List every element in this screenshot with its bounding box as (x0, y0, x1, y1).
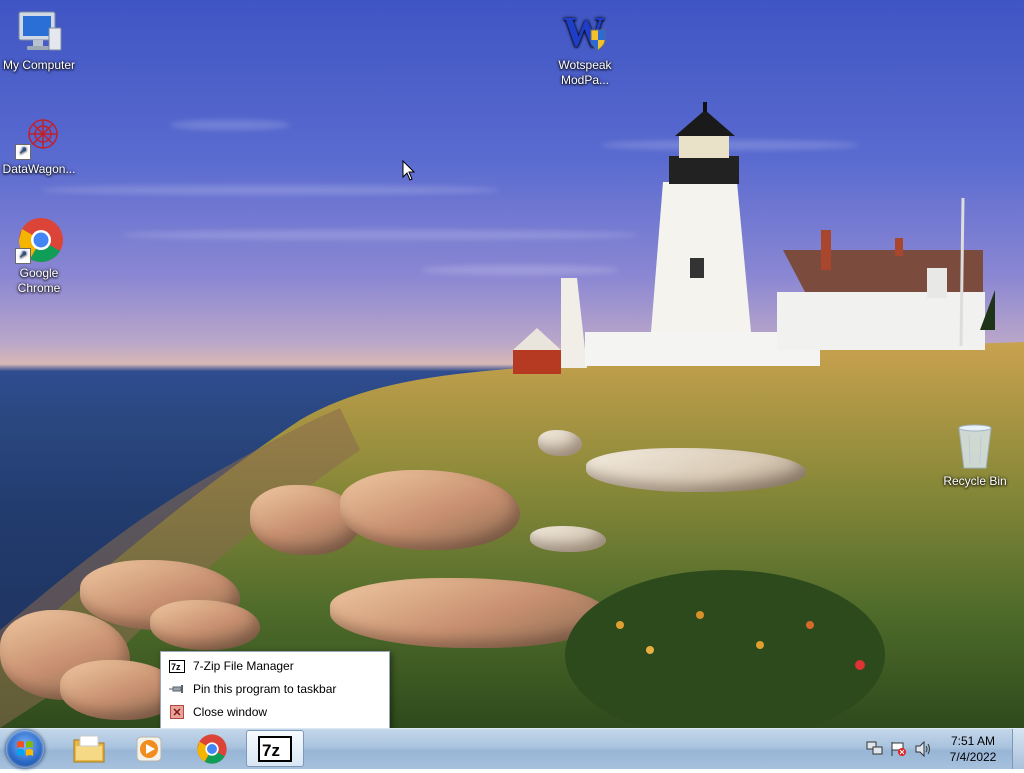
taskbar-button-7zip-file-manager[interactable]: 7z (246, 730, 304, 767)
jump-list-item-label: 7-Zip File Manager (193, 659, 294, 673)
taskbar-button-google-chrome[interactable] (183, 730, 241, 767)
shortcut-arrow-icon: ↗ (15, 248, 31, 264)
desktop-icon-google-chrome[interactable]: ↗ Google Chrome (0, 216, 82, 296)
taskbar-jump-list: 7z 7-Zip File Manager Pin this program t… (160, 651, 390, 729)
media-player-icon (136, 736, 162, 761)
shortcut-arrow-icon: ↗ (15, 144, 31, 160)
jump-list-item-7zip-file-manager[interactable]: 7z 7-Zip File Manager (169, 656, 294, 676)
mouse-cursor-icon (402, 160, 416, 181)
desktop-icon-my-computer[interactable]: My Computer (0, 8, 82, 73)
taskbar: 7z 7:51 AM 7/4/2022 (0, 728, 1024, 769)
rock (530, 526, 606, 552)
windows-logo-icon (17, 741, 33, 756)
start-button[interactable] (6, 730, 44, 768)
cloud-streak (170, 120, 290, 130)
desktop-icon-datawagon[interactable]: ↗ DataWagon... (0, 112, 82, 177)
clock-date: 7/4/2022 (949, 750, 997, 764)
wotspeak-icon: W (561, 8, 609, 56)
taskbar-button-windows-explorer[interactable] (60, 730, 118, 767)
pin-icon (169, 682, 185, 696)
taskbar-button-media-player[interactable] (120, 730, 178, 767)
volume-icon[interactable] (914, 741, 932, 757)
lighthouse-scene (513, 102, 995, 374)
jump-list-item-close-window[interactable]: Close window (169, 702, 267, 722)
7zip-icon: 7z (169, 659, 185, 673)
datawagon-icon: ↗ (15, 112, 63, 160)
recycle-bin-icon (951, 424, 999, 472)
desktop-icon-label: Google (19, 266, 59, 280)
desktop-wallpaper: My Computer ↗ DataWagon... ↗ Google Chro… (0, 0, 1024, 728)
desktop-icon-label: Recycle Bin (943, 474, 1007, 488)
folder-icon (73, 735, 105, 762)
desktop-icon-label: My Computer (2, 58, 76, 72)
rock (538, 430, 582, 456)
svg-text:7z: 7z (171, 662, 181, 672)
clock-time: 7:51 AM (950, 734, 996, 748)
chrome-icon: ↗ (15, 216, 63, 264)
7zip-icon: 7z (258, 735, 292, 762)
jump-list-item-label: Close window (193, 705, 268, 719)
rock (586, 448, 806, 492)
rose-bush (565, 570, 885, 728)
desktop-icon-label: Wotspeak (558, 58, 612, 72)
jump-list-item-label: Pin this program to taskbar (193, 682, 337, 696)
network-icon[interactable] (866, 741, 884, 757)
desktop-icon-wotspeak[interactable]: W Wotspeak ModPa... (542, 8, 628, 88)
chrome-icon (197, 733, 227, 764)
system-clock[interactable]: 7:51 AM 7/4/2022 (940, 733, 1006, 765)
close-icon (169, 705, 185, 719)
jump-list-item-pin-to-taskbar[interactable]: Pin this program to taskbar (169, 679, 336, 699)
desktop-icon-recycle-bin[interactable]: Recycle Bin (932, 424, 1018, 489)
computer-icon (15, 8, 63, 56)
desktop-icon-label: DataWagon... (2, 162, 76, 176)
desktop-icon-label: Chrome (17, 281, 61, 295)
desktop-icon-label: ModPa... (560, 73, 610, 87)
cloud-streak (40, 185, 500, 195)
show-desktop-button[interactable] (1012, 729, 1024, 769)
action-center-flag-icon[interactable] (890, 741, 908, 757)
7zip-glyph: 7z (262, 741, 280, 760)
